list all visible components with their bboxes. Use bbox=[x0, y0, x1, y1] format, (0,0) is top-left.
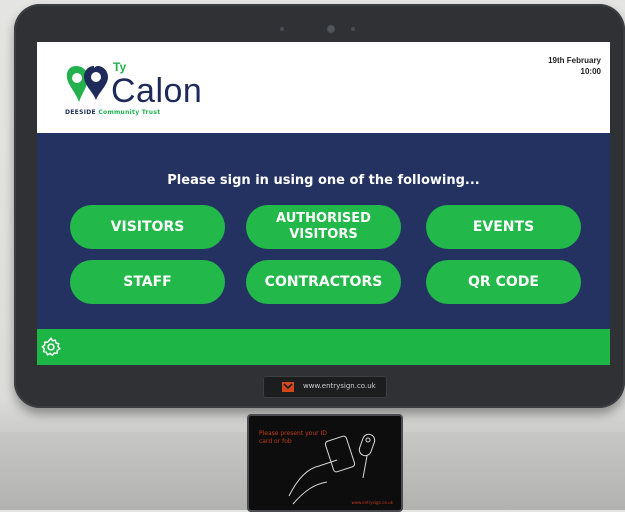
logo-tagline: DEESIDE Community Trust bbox=[65, 109, 160, 116]
time-text: 10:00 bbox=[580, 67, 601, 76]
brand-plate: www.entrysign.co.uk bbox=[263, 376, 387, 398]
screen: Ty Calon DEESIDE Community Trust 19th Fe… bbox=[37, 42, 610, 365]
events-button[interactable]: EVENTS bbox=[426, 205, 581, 249]
staff-button[interactable]: STAFF bbox=[70, 260, 225, 304]
footer-bar bbox=[37, 329, 610, 365]
visitors-button[interactable]: VISITORS bbox=[70, 205, 225, 249]
brand-url: www.entrysign.co.uk bbox=[303, 382, 376, 390]
logo-tagline-part1: DEESIDE bbox=[65, 109, 96, 116]
reader-instructions: Please present your ID card or fob bbox=[259, 430, 327, 445]
entrysign-logo-icon bbox=[282, 382, 294, 392]
gear-icon[interactable] bbox=[40, 336, 62, 358]
logo-name-text: Calon bbox=[111, 72, 203, 110]
sign-in-panel: Please sign in using one of the followin… bbox=[37, 133, 610, 329]
sensor-dot bbox=[351, 27, 355, 31]
reader-url: www.entrysign.co.uk bbox=[351, 500, 393, 505]
contractors-button[interactable]: CONTRACTORS bbox=[246, 260, 401, 304]
camera-icon bbox=[326, 24, 336, 34]
heart-pin-logo-icon bbox=[66, 66, 108, 102]
authorised-visitors-button[interactable]: AUTHORISED VISITORS bbox=[246, 205, 401, 249]
card-reader: Please present your ID card or fob www.e… bbox=[247, 414, 403, 512]
datetime: 19th February 10:00 bbox=[548, 55, 601, 77]
logo-tagline-part2: Community Trust bbox=[98, 109, 161, 116]
qr-code-button[interactable]: QR CODE bbox=[426, 260, 581, 304]
sign-in-prompt: Please sign in using one of the followin… bbox=[167, 173, 480, 188]
sensor-dot bbox=[280, 27, 284, 31]
date-text: 19th February bbox=[548, 56, 601, 65]
logo: Ty Calon DEESIDE Community Trust bbox=[65, 60, 225, 120]
header: Ty Calon DEESIDE Community Trust 19th Fe… bbox=[37, 42, 610, 133]
